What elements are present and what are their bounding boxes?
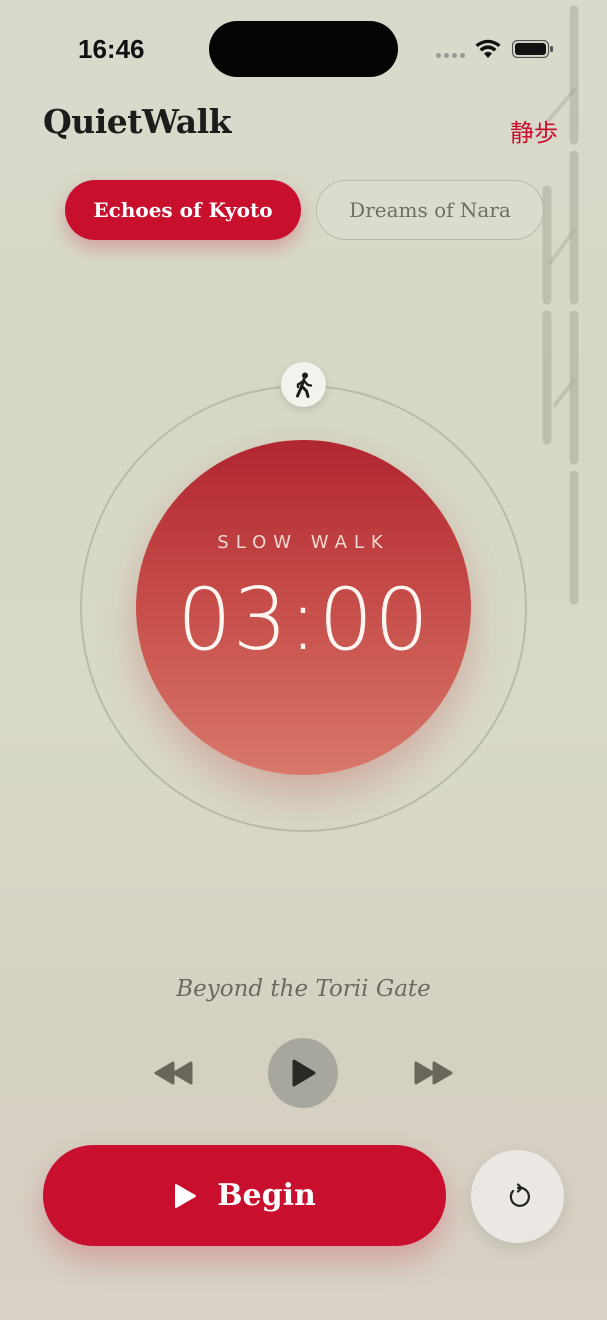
track-title: Beyond the Torii Gate	[176, 976, 431, 1002]
app-subtitle-kanji: 静歩	[510, 119, 558, 147]
figure-walk-icon	[295, 372, 312, 398]
timer-display: 03:00	[177, 570, 430, 670]
play-pause-button[interactable]	[268, 1038, 338, 1108]
reset-icon	[509, 1182, 530, 1207]
walk-mode-label: SLOW WALK	[217, 532, 390, 553]
tab-dreams-of-nara[interactable]: Dreams of Nara	[316, 180, 544, 240]
play-icon	[175, 1183, 197, 1208]
status-bar: 16:46	[0, 0, 607, 100]
wifi-icon	[475, 39, 501, 58]
progress-handle[interactable]	[281, 362, 326, 407]
dynamic-island	[209, 21, 398, 77]
begin-button-label: Begin	[217, 1178, 316, 1213]
begin-button[interactable]: Begin	[43, 1145, 446, 1246]
battery-icon	[512, 40, 553, 58]
app-title: QuietWalk	[43, 102, 232, 141]
forward-button[interactable]	[411, 1058, 457, 1088]
rewind-icon	[154, 1061, 193, 1085]
cellular-signal-icon	[436, 53, 465, 58]
tab-echoes-of-kyoto[interactable]: Echoes of Kyoto	[65, 180, 301, 240]
play-icon	[292, 1059, 316, 1087]
reset-button[interactable]	[471, 1150, 564, 1243]
fast-forward-icon	[414, 1061, 453, 1085]
status-time: 16:46	[78, 34, 145, 64]
rewind-button[interactable]	[150, 1058, 196, 1088]
